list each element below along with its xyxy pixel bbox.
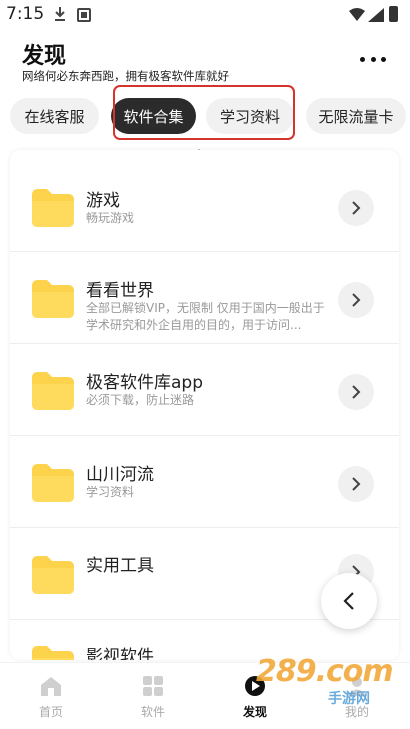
- chevron-right-icon: [352, 477, 361, 491]
- home-icon: [41, 677, 61, 696]
- folder-icon: [32, 646, 74, 660]
- collapse-button[interactable]: [321, 573, 377, 629]
- annotation-highlight-box: [113, 85, 295, 140]
- chevron-right-button[interactable]: [338, 466, 374, 502]
- site-watermark: 289.com 手游网: [246, 648, 406, 718]
- item-title: 看看世界: [86, 281, 154, 301]
- item-title: 实用工具: [86, 556, 154, 576]
- chevron-right-icon: [352, 293, 361, 307]
- item-title: 影视软件: [86, 647, 154, 660]
- chevron-left-icon: [343, 592, 354, 610]
- folder-icon: [32, 189, 74, 227]
- item-desc: 畅玩游戏: [86, 211, 135, 225]
- list-item-games[interactable]: 游戏 畅玩游戏: [10, 162, 399, 252]
- folder-icon: [32, 280, 74, 318]
- watermark-text: 手游网: [328, 691, 370, 707]
- grid-icon: [143, 676, 163, 696]
- folder-icon: [32, 464, 74, 502]
- download-icon: [55, 7, 65, 21]
- status-bar: 7:15: [0, 0, 410, 30]
- item-desc: 必须下载，防止迷路: [86, 393, 195, 407]
- item-title: 极客软件库app: [86, 373, 203, 393]
- status-time: 7:15: [6, 4, 45, 24]
- list-item-mountains-rivers[interactable]: 山川河流 学习资料: [10, 438, 399, 528]
- battery-icon: [389, 6, 398, 22]
- signal-icon: [368, 8, 384, 22]
- page-subtitle: 网络何必东奔西跑，拥有极客软件库就好: [22, 69, 229, 83]
- tab-online-service[interactable]: 在线客服: [10, 98, 99, 134]
- page-title: 发现: [22, 44, 67, 69]
- chevron-right-button[interactable]: [338, 374, 374, 410]
- item-title: 山川河流: [86, 465, 154, 485]
- app-icon: [77, 8, 91, 22]
- folder-icon: [32, 372, 74, 410]
- more-icon[interactable]: [360, 53, 386, 65]
- list-item-geek-app[interactable]: 极客软件库app 必须下载，防止迷路: [10, 346, 399, 436]
- chevron-right-icon: [352, 385, 361, 399]
- tab-unlimited-data-card[interactable]: 无限流量卡: [306, 98, 406, 134]
- folder-icon: [32, 556, 74, 594]
- item-desc: 全部已解锁VIP，无限制 仅用于国内一般出于学术研究和外企自用的目的，用于访问.…: [86, 301, 325, 332]
- nav-software[interactable]: 软件: [102, 663, 204, 729]
- wifi-icon: [349, 8, 365, 21]
- list-item-see-world[interactable]: 看看世界 全部已解锁VIP，无限制 仅用于国内一般出于学术研究和外企自用的目的，…: [10, 254, 399, 344]
- item-title: 游戏: [86, 191, 120, 211]
- chevron-right-button[interactable]: [338, 190, 374, 226]
- watermark-logo: 289.com: [256, 654, 394, 689]
- nav-home[interactable]: 首页: [0, 663, 102, 729]
- item-desc: 学习资料: [86, 485, 135, 499]
- chevron-right-icon: [352, 201, 361, 215]
- nav-label: 软件: [140, 705, 165, 719]
- chevron-right-button[interactable]: [338, 282, 374, 318]
- nav-label: 首页: [38, 705, 63, 719]
